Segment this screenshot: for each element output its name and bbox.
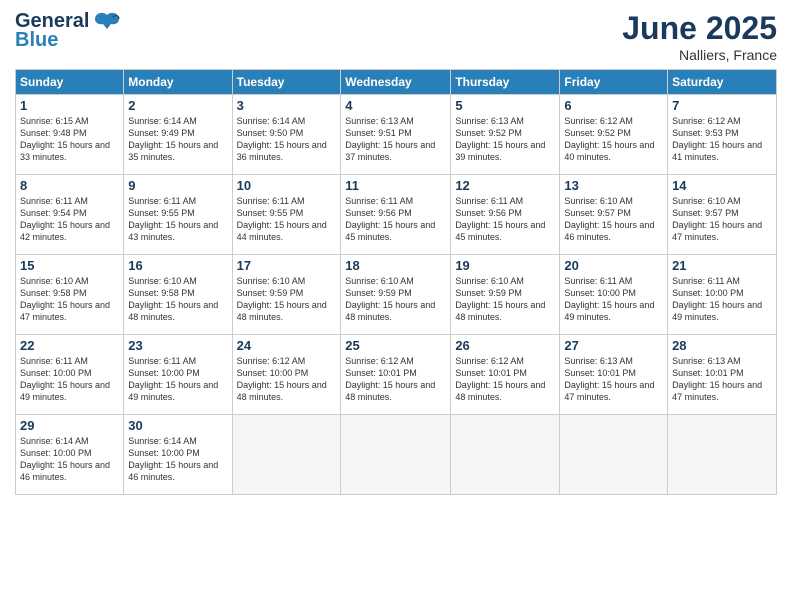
- table-row: 9 Sunrise: 6:11 AMSunset: 9:55 PMDayligh…: [124, 175, 232, 255]
- calendar-row: 1 Sunrise: 6:15 AMSunset: 9:48 PMDayligh…: [16, 95, 777, 175]
- table-row: 1 Sunrise: 6:15 AMSunset: 9:48 PMDayligh…: [16, 95, 124, 175]
- table-row: 2 Sunrise: 6:14 AMSunset: 9:49 PMDayligh…: [124, 95, 232, 175]
- table-row: 16 Sunrise: 6:10 AMSunset: 9:58 PMDaylig…: [124, 255, 232, 335]
- calendar-row: 29 Sunrise: 6:14 AMSunset: 10:00 PMDayli…: [16, 415, 777, 495]
- table-row: 4 Sunrise: 6:13 AMSunset: 9:51 PMDayligh…: [341, 95, 451, 175]
- table-row: 17 Sunrise: 6:10 AMSunset: 9:59 PMDaylig…: [232, 255, 341, 335]
- logo-blue-text: Blue: [15, 29, 58, 52]
- month-title: June 2025: [622, 10, 777, 47]
- table-row: 7 Sunrise: 6:12 AMSunset: 9:53 PMDayligh…: [668, 95, 777, 175]
- calendar-header-row: Sunday Monday Tuesday Wednesday Thursday…: [16, 70, 777, 95]
- logo-bird-icon: [93, 11, 121, 33]
- table-row: 26 Sunrise: 6:12 AMSunset: 10:01 PMDayli…: [451, 335, 560, 415]
- title-block: June 2025 Nalliers, France: [622, 10, 777, 63]
- col-sunday: Sunday: [16, 70, 124, 95]
- table-row: [232, 415, 341, 495]
- col-friday: Friday: [560, 70, 668, 95]
- table-row: 13 Sunrise: 6:10 AMSunset: 9:57 PMDaylig…: [560, 175, 668, 255]
- table-row: 19 Sunrise: 6:10 AMSunset: 9:59 PMDaylig…: [451, 255, 560, 335]
- location: Nalliers, France: [622, 47, 777, 63]
- table-row: 10 Sunrise: 6:11 AMSunset: 9:55 PMDaylig…: [232, 175, 341, 255]
- table-row: 25 Sunrise: 6:12 AMSunset: 10:01 PMDayli…: [341, 335, 451, 415]
- table-row: 18 Sunrise: 6:10 AMSunset: 9:59 PMDaylig…: [341, 255, 451, 335]
- table-row: [451, 415, 560, 495]
- table-row: 24 Sunrise: 6:12 AMSunset: 10:00 PMDayli…: [232, 335, 341, 415]
- table-row: 27 Sunrise: 6:13 AMSunset: 10:01 PMDayli…: [560, 335, 668, 415]
- col-tuesday: Tuesday: [232, 70, 341, 95]
- calendar-row: 15 Sunrise: 6:10 AMSunset: 9:58 PMDaylig…: [16, 255, 777, 335]
- table-row: 5 Sunrise: 6:13 AMSunset: 9:52 PMDayligh…: [451, 95, 560, 175]
- page-header: General Blue June 2025 Nalliers, France: [15, 10, 777, 63]
- table-row: 20 Sunrise: 6:11 AMSunset: 10:00 PMDayli…: [560, 255, 668, 335]
- col-saturday: Saturday: [668, 70, 777, 95]
- col-wednesday: Wednesday: [341, 70, 451, 95]
- calendar-table: Sunday Monday Tuesday Wednesday Thursday…: [15, 69, 777, 495]
- table-row: 28 Sunrise: 6:13 AMSunset: 10:01 PMDayli…: [668, 335, 777, 415]
- table-row: 11 Sunrise: 6:11 AMSunset: 9:56 PMDaylig…: [341, 175, 451, 255]
- table-row: 22 Sunrise: 6:11 AMSunset: 10:00 PMDayli…: [16, 335, 124, 415]
- table-row: 29 Sunrise: 6:14 AMSunset: 10:00 PMDayli…: [16, 415, 124, 495]
- table-row: 12 Sunrise: 6:11 AMSunset: 9:56 PMDaylig…: [451, 175, 560, 255]
- calendar-row: 8 Sunrise: 6:11 AMSunset: 9:54 PMDayligh…: [16, 175, 777, 255]
- table-row: 14 Sunrise: 6:10 AMSunset: 9:57 PMDaylig…: [668, 175, 777, 255]
- table-row: 8 Sunrise: 6:11 AMSunset: 9:54 PMDayligh…: [16, 175, 124, 255]
- table-row: 3 Sunrise: 6:14 AMSunset: 9:50 PMDayligh…: [232, 95, 341, 175]
- col-monday: Monday: [124, 70, 232, 95]
- table-row: 23 Sunrise: 6:11 AMSunset: 10:00 PMDayli…: [124, 335, 232, 415]
- table-row: [560, 415, 668, 495]
- table-row: 6 Sunrise: 6:12 AMSunset: 9:52 PMDayligh…: [560, 95, 668, 175]
- table-row: 15 Sunrise: 6:10 AMSunset: 9:58 PMDaylig…: [16, 255, 124, 335]
- table-row: [341, 415, 451, 495]
- logo: General Blue: [15, 10, 121, 52]
- table-row: 30 Sunrise: 6:14 AMSunset: 10:00 PMDayli…: [124, 415, 232, 495]
- col-thursday: Thursday: [451, 70, 560, 95]
- calendar-row: 22 Sunrise: 6:11 AMSunset: 10:00 PMDayli…: [16, 335, 777, 415]
- table-row: 21 Sunrise: 6:11 AMSunset: 10:00 PMDayli…: [668, 255, 777, 335]
- table-row: [668, 415, 777, 495]
